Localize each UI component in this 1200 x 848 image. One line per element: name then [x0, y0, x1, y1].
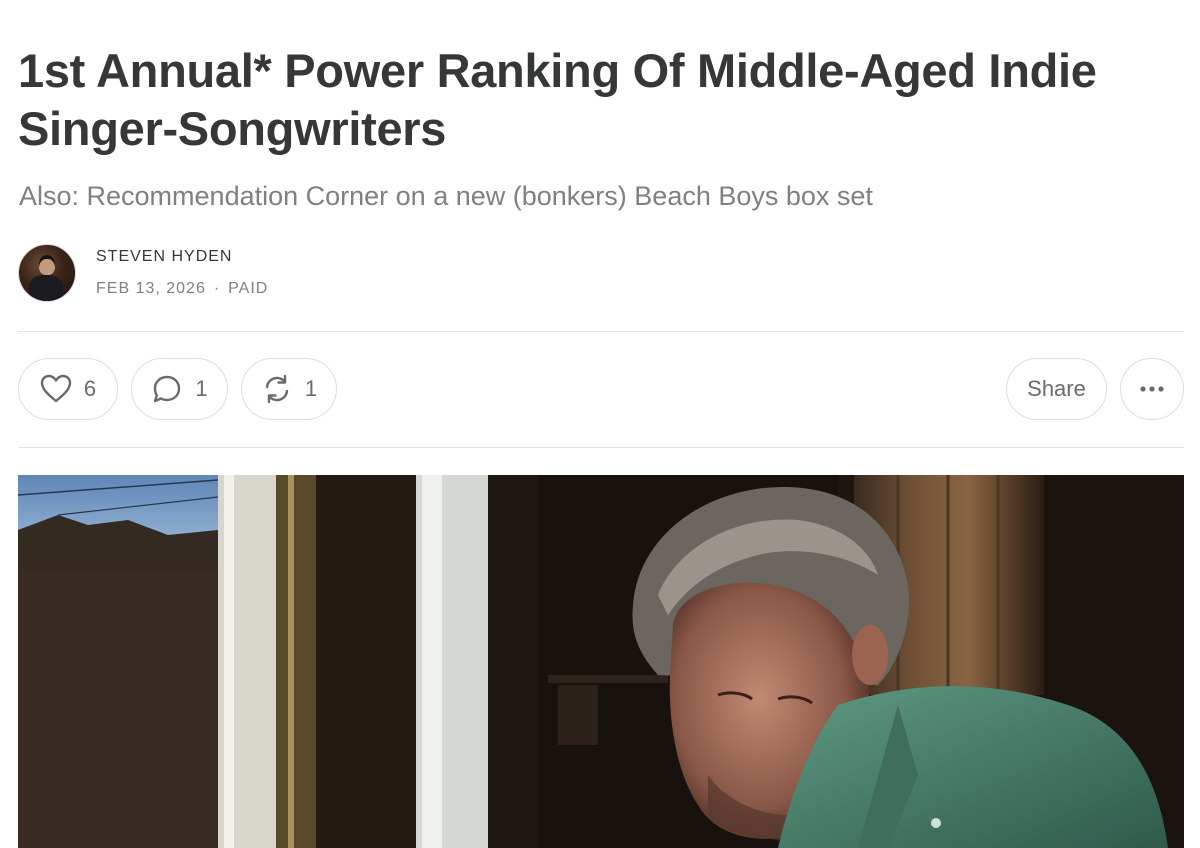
ellipsis-icon: [1139, 385, 1165, 393]
comment-button[interactable]: 1: [131, 358, 228, 420]
post-page: 1st Annual* Power Ranking Of Middle-Aged…: [0, 0, 1200, 848]
post-date: FEB 13, 2026: [96, 280, 206, 297]
share-label: Share: [1027, 376, 1086, 401]
post-actions: 6 1 1 Share: [18, 358, 1184, 422]
share-button[interactable]: Share: [1006, 358, 1107, 420]
like-button[interactable]: 6: [18, 358, 118, 420]
more-options-button[interactable]: [1120, 358, 1184, 420]
access-label: PAID: [228, 280, 269, 297]
restack-button[interactable]: 1: [241, 358, 337, 420]
post-meta: FEB 13, 2026 · PAID: [96, 280, 268, 298]
post-title: 1st Annual* Power Ranking Of Middle-Aged…: [18, 44, 1097, 155]
byline-text: STEVEN HYDEN FEB 13, 2026 · PAID: [96, 248, 268, 298]
divider-top: [18, 331, 1184, 332]
author-avatar[interactable]: [18, 244, 76, 302]
comment-count: 1: [195, 376, 208, 401]
meta-separator: ·: [213, 280, 221, 297]
hero-image: [18, 475, 1184, 848]
comment-bubble-icon: [151, 373, 183, 405]
heart-icon: [40, 374, 72, 404]
like-count: 6: [83, 376, 97, 401]
post-subtitle: Also: Recommendation Corner on a new (bo…: [19, 181, 873, 211]
author-name[interactable]: STEVEN HYDEN: [96, 248, 268, 266]
divider-bottom: [18, 447, 1184, 448]
byline: STEVEN HYDEN FEB 13, 2026 · PAID: [18, 243, 268, 303]
restack-arrows-icon: [261, 373, 293, 405]
restack-count: 1: [304, 376, 318, 401]
